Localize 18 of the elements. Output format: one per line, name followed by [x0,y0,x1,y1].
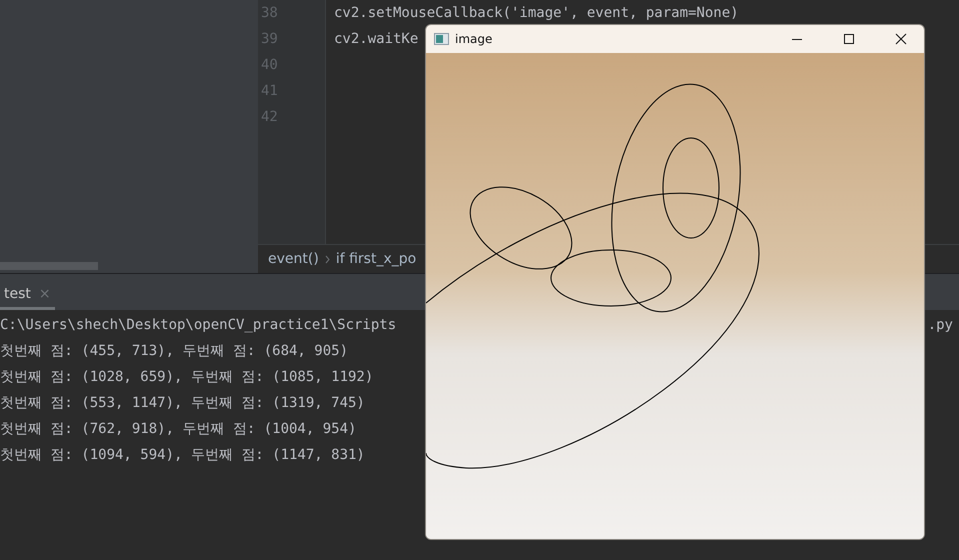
maximize-icon [843,33,855,45]
code-line: cv2.setMouseCallback('image', event, param=None) [334,4,739,23]
run-tab[interactable]: test × [0,286,55,310]
window-icon [434,33,449,45]
console-line: 첫번째 점: (553, 1147), 두번째 점: (1319, 745) [0,394,366,413]
console-line: C:\Users\shech\Desktop\openCV_practice1\Scripts [0,316,396,335]
close-icon [895,33,907,45]
scrollbar-thumb[interactable] [0,262,98,270]
console-line: 첫번째 점: (1028, 659), 두번째 점: (1085, 1192) [0,368,374,387]
console-line: .py [928,316,954,335]
console-line: 첫번째 점: (455, 713), 두번째 점: (684, 905) [0,342,350,361]
window-title: image [455,32,494,46]
console-line: 첫번째 점: (762, 918), 두번째 점: (1004, 954) [0,420,358,439]
console-line: 첫번째 점: (1094, 594), 두번째 점: (1147, 831) [0,446,366,465]
chevron-icon [324,254,330,264]
breadcrumb[interactable]: if first_x_po [336,251,416,267]
code-line: cv2.waitKe [334,30,418,49]
breadcrumb[interactable]: event() [268,251,319,267]
